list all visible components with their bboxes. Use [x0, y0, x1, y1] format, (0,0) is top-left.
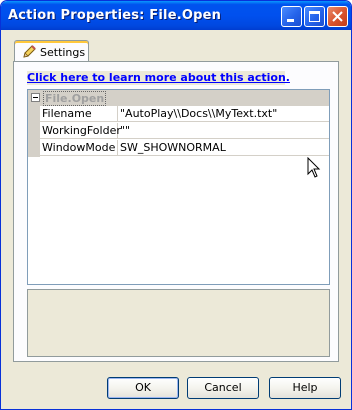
description-pane — [27, 289, 330, 357]
pencil-icon — [23, 45, 36, 58]
property-name: WindowMode — [40, 140, 118, 156]
ok-button[interactable]: OK — [107, 377, 179, 399]
property-value[interactable]: "" — [118, 123, 329, 139]
property-category-row[interactable]: File.Open — [28, 90, 329, 106]
help-link-text[interactable]: Click here to learn more about this acti… — [27, 71, 290, 84]
maximize-button[interactable] — [304, 6, 325, 27]
property-name: WorkingFolder — [40, 123, 121, 139]
settings-panel: Click here to learn more about this acti… — [13, 61, 339, 362]
minimize-button[interactable] — [281, 6, 302, 27]
window-title: Action Properties: File.Open — [8, 8, 222, 23]
property-value[interactable]: "AutoPlay\\Docs\\MyText.txt" — [118, 106, 329, 122]
property-row-workingfolder[interactable]: WorkingFolder "" — [28, 123, 329, 140]
property-value[interactable]: SW_SHOWNORMAL — [118, 140, 329, 156]
help-link[interactable]: Click here to learn more about this acti… — [27, 71, 290, 85]
help-button[interactable]: Help — [269, 377, 341, 399]
cancel-button[interactable]: Cancel — [187, 377, 259, 399]
minimize-icon — [287, 19, 294, 22]
property-name: Filename — [40, 106, 118, 122]
close-icon — [332, 11, 343, 22]
property-grid: File.Open Filename "AutoPlay\\Docs\\MyTe… — [27, 89, 330, 285]
collapse-icon[interactable] — [31, 93, 40, 102]
tab-settings[interactable]: Settings — [14, 40, 89, 62]
property-row-windowmode[interactable]: WindowMode SW_SHOWNORMAL — [28, 140, 329, 157]
tab-label: Settings — [40, 46, 86, 59]
mouse-cursor-icon — [307, 157, 321, 178]
title-bar[interactable]: Action Properties: File.Open — [1, 1, 351, 30]
row-gutter — [28, 140, 40, 157]
row-gutter — [28, 106, 40, 123]
row-gutter — [28, 123, 40, 140]
property-row-filename[interactable]: Filename "AutoPlay\\Docs\\MyText.txt" — [28, 106, 329, 123]
maximize-icon — [309, 11, 320, 22]
category-label: File.Open — [43, 91, 107, 106]
dialog-body: Settings Click here to learn more about … — [4, 30, 348, 406]
action-properties-dialog: Action Properties: File.Open Settings Cl… — [0, 0, 352, 410]
close-button[interactable] — [327, 6, 348, 27]
